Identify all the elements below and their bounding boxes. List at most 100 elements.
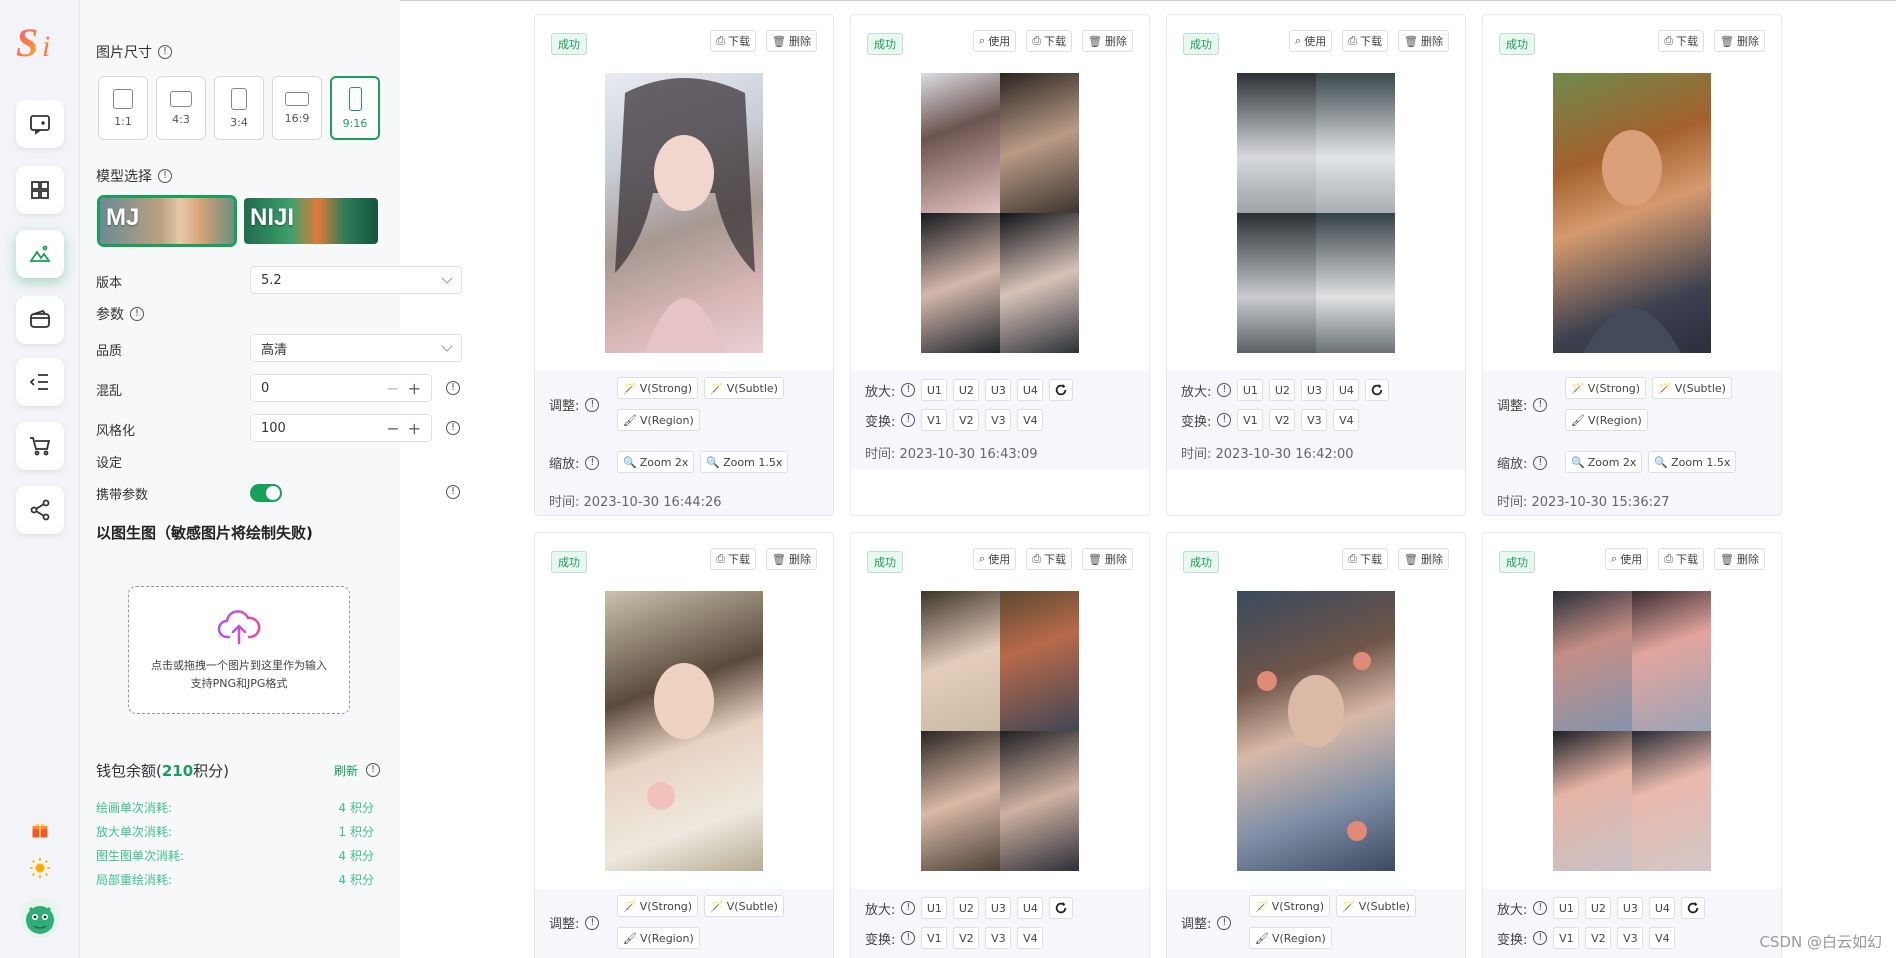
generated-image[interactable] [605,73,763,353]
v-subtle-button[interactable]: 🪄 V(Subtle) [704,377,784,399]
info-icon[interactable]: ! [1217,383,1232,397]
zoom-1-5x-button[interactable]: 🔍 Zoom 1.5x [700,451,789,473]
delete-button[interactable]: 🗑 删除 [1398,548,1449,570]
minus-icon[interactable]: − [386,379,399,398]
list-icon[interactable] [16,358,64,406]
reroll-icon[interactable] [1681,897,1706,919]
u4-button[interactable]: U4 [1017,897,1044,919]
v-subtle-button[interactable]: 🪄 V(Subtle) [704,895,784,917]
version-select[interactable]: 5.2 [250,266,462,294]
info-icon[interactable]: ! [446,381,460,395]
gift-icon[interactable] [28,818,52,842]
generated-image-grid[interactable] [1553,591,1711,871]
v-region-button[interactable]: 🖌 V(Region) [1565,409,1648,431]
download-button[interactable]: ⎙ 下载 [1658,30,1705,52]
info-icon[interactable]: ! [901,383,916,397]
u4-button[interactable]: U4 [1017,379,1044,401]
info-icon[interactable]: ! [130,307,144,321]
info-icon[interactable]: ! [1217,413,1232,427]
info-icon[interactable]: ! [446,421,460,435]
delete-button[interactable]: 🗑 删除 [1714,30,1765,52]
use-button[interactable]: ⌕ 使用 [1605,548,1649,570]
download-button[interactable]: ⎙ 下载 [1342,548,1389,570]
download-button[interactable]: ⎙ 下载 [710,548,757,570]
wallet-icon[interactable] [16,296,64,344]
info-icon[interactable]: ! [901,931,916,945]
delete-button[interactable]: 🗑 删除 [1714,548,1765,570]
download-button[interactable]: ⎙ 下载 [1026,548,1073,570]
v-region-button[interactable]: 🖌 V(Region) [617,409,700,431]
info-icon[interactable]: ! [158,45,172,59]
delete-button[interactable]: 🗑 删除 [1082,30,1133,52]
plus-icon[interactable]: + [408,379,421,398]
v-strong-button[interactable]: 🪄 V(Strong) [617,895,699,917]
plus-icon[interactable]: + [408,419,421,438]
v-region-button[interactable]: 🖌 V(Region) [617,927,700,949]
info-icon[interactable]: ! [901,413,916,427]
use-button[interactable]: ⌕ 使用 [973,30,1017,52]
v-subtle-button[interactable]: 🪄 V(Subtle) [1336,895,1416,917]
zoom-2x-button[interactable]: 🔍 Zoom 2x [1565,451,1643,473]
share-icon[interactable] [16,486,64,534]
delete-button[interactable]: 🗑 删除 [766,548,817,570]
info-icon[interactable]: ! [1533,901,1548,915]
u3-button[interactable]: U3 [985,897,1012,919]
download-button[interactable]: ⎙ 下载 [1658,548,1705,570]
image-upload-dropzone[interactable]: 点击或拖拽一个图片到这里作为输入 支持PNG和JPG格式 [128,586,350,714]
u4-button[interactable]: U4 [1333,379,1360,401]
apps-grid-icon[interactable] [16,166,64,214]
v2-button[interactable]: V2 [953,409,980,431]
refresh-link[interactable]: 刷新 [334,762,358,779]
size-option-1-1[interactable]: 1:1 [98,76,148,140]
u2-button[interactable]: U2 [953,379,980,401]
info-icon[interactable]: ! [1533,397,1548,412]
u3-button[interactable]: U3 [1617,897,1644,919]
minus-icon[interactable]: − [386,419,399,438]
delete-button[interactable]: 🗑 删除 [1082,548,1133,570]
v-subtle-button[interactable]: 🪄 V(Subtle) [1652,377,1732,399]
v3-button[interactable]: V3 [985,409,1012,431]
v3-button[interactable]: V3 [1301,409,1328,431]
v-strong-button[interactable]: 🪄 V(Strong) [617,377,699,399]
v4-button[interactable]: V4 [1017,927,1044,949]
info-icon[interactable]: ! [585,915,600,930]
user-avatar[interactable] [20,898,60,938]
generated-image[interactable] [605,591,763,871]
use-button[interactable]: ⌕ 使用 [1289,30,1333,52]
v4-button[interactable]: V4 [1333,409,1360,431]
generated-image-grid[interactable] [1237,73,1395,353]
download-button[interactable]: ⎙ 下载 [1342,30,1389,52]
model-option-niji[interactable]: NIJI [244,198,378,244]
v2-button[interactable]: V2 [1585,927,1612,949]
sun-theme-icon[interactable] [28,856,52,880]
u1-button[interactable]: U1 [921,379,948,401]
u1-button[interactable]: U1 [1553,897,1580,919]
v1-button[interactable]: V1 [921,409,948,431]
v2-button[interactable]: V2 [1269,409,1296,431]
u2-button[interactable]: U2 [1585,897,1612,919]
v-strong-button[interactable]: 🪄 V(Strong) [1249,895,1331,917]
info-icon[interactable]: ! [585,455,600,470]
size-option-16-9[interactable]: 16:9 [272,76,322,140]
download-button[interactable]: ⎙ 下载 [1026,30,1073,52]
info-icon[interactable]: ! [1533,931,1548,945]
reroll-icon[interactable] [1365,379,1390,401]
chat-nav-icon[interactable] [16,100,64,148]
delete-button[interactable]: 🗑 删除 [1398,30,1449,52]
generated-image[interactable] [1237,591,1395,871]
generated-image-grid[interactable] [921,591,1079,871]
info-icon[interactable]: ! [901,901,916,915]
delete-button[interactable]: 🗑 删除 [766,30,817,52]
size-option-3-4[interactable]: 3:4 [214,76,264,140]
chaos-stepper[interactable]: 0 − + [250,374,432,402]
use-button[interactable]: ⌕ 使用 [973,548,1017,570]
v3-button[interactable]: V3 [1617,927,1644,949]
u2-button[interactable]: U2 [953,897,980,919]
info-icon[interactable]: ! [446,485,460,499]
u2-button[interactable]: U2 [1269,379,1296,401]
v-region-button[interactable]: 🖌 V(Region) [1249,927,1332,949]
v1-button[interactable]: V1 [921,927,948,949]
u3-button[interactable]: U3 [985,379,1012,401]
stylize-stepper[interactable]: 100 − + [250,414,432,442]
reroll-icon[interactable] [1049,379,1074,401]
